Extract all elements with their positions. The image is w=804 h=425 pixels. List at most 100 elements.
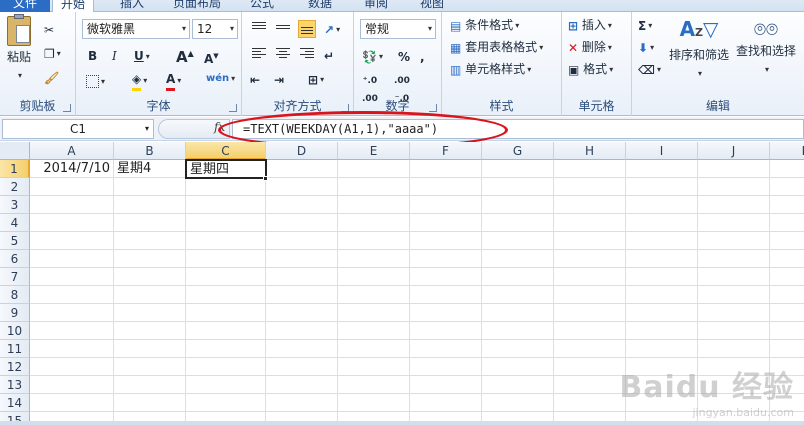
- cell-j6[interactable]: [698, 250, 770, 268]
- cell-e9[interactable]: [338, 304, 410, 322]
- cell-g3[interactable]: [482, 196, 554, 214]
- cell-k1[interactable]: [770, 160, 804, 178]
- cell-f7[interactable]: [410, 268, 482, 286]
- cell-d10[interactable]: [266, 322, 338, 340]
- cell-g10[interactable]: [482, 322, 554, 340]
- cell-j5[interactable]: [698, 232, 770, 250]
- cell-c12[interactable]: [186, 358, 266, 376]
- cell-h11[interactable]: [554, 340, 626, 358]
- cell-d4[interactable]: [266, 214, 338, 232]
- alignment-dialog-launcher[interactable]: [341, 104, 349, 112]
- cell-f1[interactable]: [410, 160, 482, 178]
- cell-f14[interactable]: [410, 394, 482, 412]
- cell-a8[interactable]: [30, 286, 114, 304]
- row-header-5[interactable]: 5: [0, 232, 30, 250]
- cell-a13[interactable]: [30, 376, 114, 394]
- cell-c2[interactable]: [186, 178, 266, 196]
- format-cells-button[interactable]: ▣ 格式 ▾: [568, 60, 613, 79]
- cell-e11[interactable]: [338, 340, 410, 358]
- font-color-button[interactable]: A ▾: [166, 70, 181, 91]
- cell-a9[interactable]: [30, 304, 114, 322]
- cell-c13[interactable]: [186, 376, 266, 394]
- underline-button[interactable]: U ▾: [134, 47, 150, 66]
- sort-filter-button[interactable]: AZ▽ 排序和筛选 ▾: [666, 16, 732, 83]
- cell-b8[interactable]: [114, 286, 186, 304]
- cell-a3[interactable]: [30, 196, 114, 214]
- format-painter-button[interactable]: 🖌: [44, 68, 59, 87]
- cell-f3[interactable]: [410, 196, 482, 214]
- cell-h6[interactable]: [554, 250, 626, 268]
- delete-cells-button[interactable]: ✕ 删除 ▾: [568, 38, 612, 57]
- cell-c3[interactable]: [186, 196, 266, 214]
- cell-g2[interactable]: [482, 178, 554, 196]
- autosum-button[interactable]: Σ ▾: [638, 16, 652, 35]
- cell-c10[interactable]: [186, 322, 266, 340]
- align-right-button[interactable]: [298, 46, 316, 64]
- column-header-d[interactable]: D: [266, 142, 338, 160]
- row-header-7[interactable]: 7: [0, 268, 30, 286]
- column-header-g[interactable]: G: [482, 142, 554, 160]
- name-box[interactable]: C1 ▾: [2, 119, 154, 139]
- tab-home[interactable]: 开始: [52, 0, 95, 12]
- cell-k3[interactable]: [770, 196, 804, 214]
- cell-b1[interactable]: 星期4: [114, 160, 186, 178]
- cell-h1[interactable]: [554, 160, 626, 178]
- insert-cells-button[interactable]: ⊞ 插入 ▾: [568, 16, 612, 35]
- find-select-button[interactable]: ⌾⌾ 查找和选择 ▾: [732, 16, 800, 79]
- cell-i14[interactable]: [626, 394, 698, 412]
- comma-button[interactable]: ,: [420, 47, 425, 66]
- cell-j10[interactable]: [698, 322, 770, 340]
- row-header-8[interactable]: 8: [0, 286, 30, 304]
- cell-j13[interactable]: [698, 376, 770, 394]
- cell-i3[interactable]: [626, 196, 698, 214]
- cell-g11[interactable]: [482, 340, 554, 358]
- cell-k7[interactable]: [770, 268, 804, 286]
- column-header-k[interactable]: K: [770, 142, 804, 160]
- cell-styles-button[interactable]: ▥ 单元格样式 ▾: [450, 60, 531, 79]
- percent-button[interactable]: %: [398, 47, 410, 66]
- cell-a6[interactable]: [30, 250, 114, 268]
- paste-button[interactable]: 粘贴 ▾: [4, 14, 34, 85]
- cell-e4[interactable]: [338, 214, 410, 232]
- cell-b11[interactable]: [114, 340, 186, 358]
- cell-g9[interactable]: [482, 304, 554, 322]
- orientation-button[interactable]: ↗ ▾: [324, 20, 340, 39]
- column-header-h[interactable]: H: [554, 142, 626, 160]
- fill-button[interactable]: ⬇ ▾: [638, 38, 654, 57]
- cell-k14[interactable]: [770, 394, 804, 412]
- cell-d1[interactable]: [266, 160, 338, 178]
- cell-h14[interactable]: [554, 394, 626, 412]
- cell-e10[interactable]: [338, 322, 410, 340]
- column-header-a[interactable]: A: [30, 142, 114, 160]
- cell-h2[interactable]: [554, 178, 626, 196]
- cell-j8[interactable]: [698, 286, 770, 304]
- tab-file[interactable]: 文件: [0, 0, 50, 12]
- cell-a11[interactable]: [30, 340, 114, 358]
- cut-button[interactable]: ✂: [44, 20, 54, 39]
- cell-g6[interactable]: [482, 250, 554, 268]
- cell-d2[interactable]: [266, 178, 338, 196]
- cell-d6[interactable]: [266, 250, 338, 268]
- italic-button[interactable]: I: [112, 47, 117, 65]
- border-button[interactable]: ▾: [86, 72, 105, 91]
- cell-d11[interactable]: [266, 340, 338, 358]
- cell-a4[interactable]: [30, 214, 114, 232]
- cell-k6[interactable]: [770, 250, 804, 268]
- column-header-c[interactable]: C: [186, 142, 266, 160]
- cell-e13[interactable]: [338, 376, 410, 394]
- font-dialog-launcher[interactable]: [229, 104, 237, 112]
- align-bottom-button[interactable]: [298, 20, 316, 38]
- cell-k4[interactable]: [770, 214, 804, 232]
- cell-g13[interactable]: [482, 376, 554, 394]
- format-as-table-button[interactable]: ▦ 套用表格格式 ▾: [450, 38, 543, 57]
- cell-j1[interactable]: [698, 160, 770, 178]
- tab-review[interactable]: 审阅: [356, 0, 396, 12]
- row-header-11[interactable]: 11: [0, 340, 30, 358]
- cell-i2[interactable]: [626, 178, 698, 196]
- cell-e2[interactable]: [338, 178, 410, 196]
- cell-a1[interactable]: 2014/7/10: [30, 160, 114, 178]
- cell-h8[interactable]: [554, 286, 626, 304]
- cell-g12[interactable]: [482, 358, 554, 376]
- clipboard-dialog-launcher[interactable]: [63, 104, 71, 112]
- cell-k8[interactable]: [770, 286, 804, 304]
